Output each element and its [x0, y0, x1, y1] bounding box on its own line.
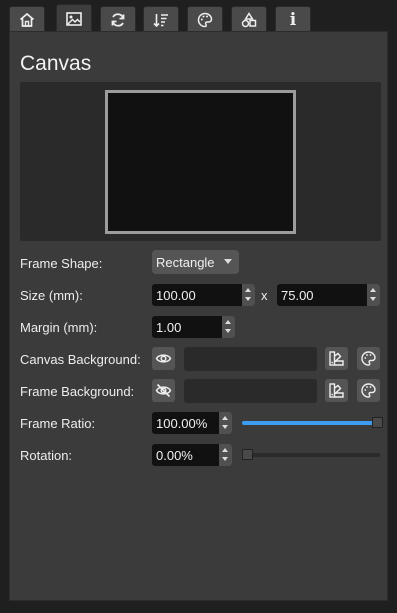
tab-image[interactable] [56, 4, 92, 32]
tab-info[interactable]: i [275, 6, 311, 32]
chevron-down-icon [224, 259, 232, 264]
canvas-settings-panel: Canvas Frame Shape: Rectangle Size (mm):… [9, 31, 388, 601]
rotation-slider-handle[interactable] [242, 449, 253, 460]
frame-background-palette-button[interactable] [357, 379, 380, 402]
palette-icon [361, 383, 376, 398]
canvas-background-palette-button[interactable] [357, 347, 380, 370]
canvas-preview-area [20, 82, 381, 241]
swatch-book-icon [329, 351, 344, 366]
frame-ratio-label: Frame Ratio: [20, 416, 96, 431]
height-spinbox[interactable]: 75.00 [277, 284, 380, 306]
margin-label: Margin (mm): [20, 320, 98, 335]
tab-home[interactable] [9, 6, 45, 32]
frame-ratio-slider-fill [242, 421, 380, 425]
eye-icon [155, 354, 172, 363]
rotation-slider-track[interactable] [242, 453, 380, 457]
margin-spinbox[interactable]: 1.00 [152, 316, 235, 338]
tab-bar: i [0, 0, 397, 32]
frame-shape-value: Rectangle [156, 255, 215, 270]
height-value: 75.00 [281, 288, 314, 303]
eye-off-icon [155, 383, 172, 398]
frame-background-color-swatch[interactable] [184, 379, 317, 403]
height-stepper[interactable] [367, 284, 380, 306]
rotation-spinbox[interactable]: 0.00% [152, 444, 232, 466]
rotation-value: 0.00% [156, 448, 193, 463]
size-label: Size (mm): [20, 288, 83, 303]
canvas-background-visibility-button[interactable] [152, 347, 175, 370]
rotation-stepper[interactable] [219, 444, 232, 466]
frame-shape-label: Frame Shape: [20, 256, 103, 271]
info-icon: i [289, 9, 297, 30]
margin-stepper[interactable] [222, 316, 235, 338]
width-spinbox[interactable]: 100.00 [152, 284, 255, 306]
tab-palette[interactable] [187, 6, 223, 32]
home-icon [19, 12, 35, 27]
tab-refresh[interactable] [100, 6, 136, 32]
tab-sort[interactable] [143, 6, 179, 32]
canvas-background-label: Canvas Background: [20, 352, 141, 367]
tab-shapes[interactable] [231, 6, 267, 32]
shapes-icon [241, 11, 257, 27]
frame-background-label: Frame Background: [20, 384, 135, 399]
canvas-background-fill-button[interactable] [325, 347, 348, 370]
panel-title: Canvas [20, 52, 92, 75]
frame-ratio-spinbox[interactable]: 100.00% [152, 412, 232, 434]
rotation-label: Rotation: [20, 448, 73, 463]
size-separator: x [261, 288, 268, 303]
frame-background-visibility-button[interactable] [152, 379, 175, 402]
sort-icon [153, 13, 168, 27]
bottom-strip [0, 601, 397, 613]
margin-value: 1.00 [156, 320, 182, 335]
canvas-background-color-swatch[interactable] [184, 347, 317, 371]
width-value: 100.00 [156, 288, 196, 303]
frame-shape-dropdown[interactable]: Rectangle [152, 250, 239, 274]
frame-ratio-stepper[interactable] [219, 412, 232, 434]
palette-icon [361, 351, 376, 366]
frame-ratio-value: 100.00% [156, 416, 208, 431]
canvas-frame-preview [105, 90, 296, 234]
width-stepper[interactable] [242, 284, 255, 306]
palette-icon [197, 12, 213, 27]
swatch-book-icon [329, 383, 344, 398]
refresh-icon [111, 12, 125, 27]
image-icon [66, 11, 82, 26]
frame-ratio-slider-handle[interactable] [372, 417, 383, 428]
frame-background-fill-button[interactable] [325, 379, 348, 402]
frame-ratio-slider-track[interactable] [242, 421, 380, 425]
